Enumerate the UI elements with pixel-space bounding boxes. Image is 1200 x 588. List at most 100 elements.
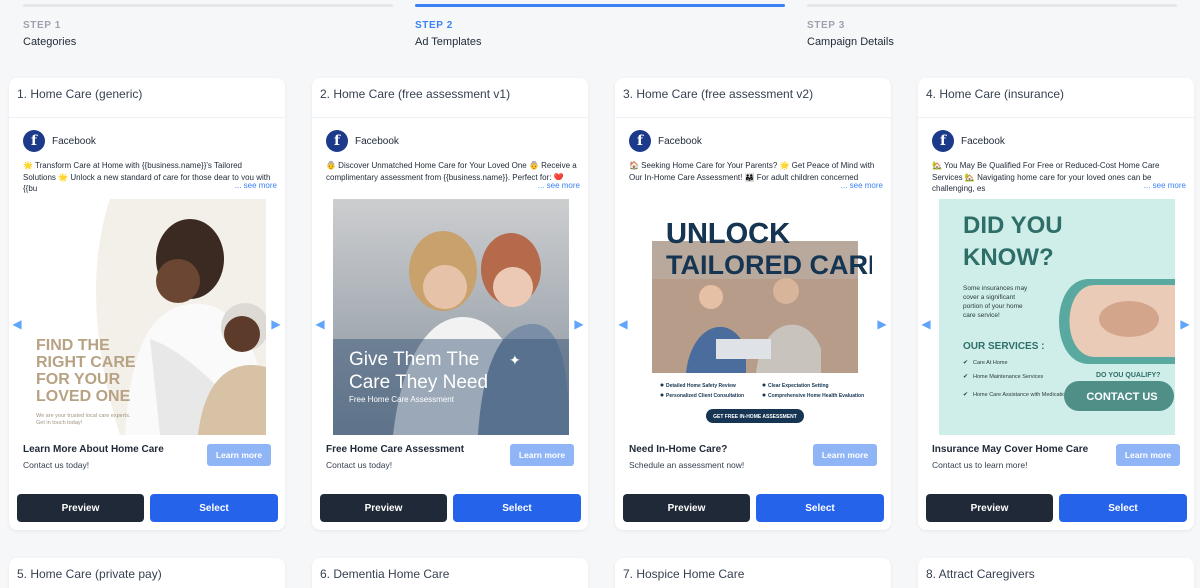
ad-copy-text: 🏡 You May Be Qualified For Free or Reduc…	[932, 161, 1160, 193]
template-card: 2. Home Care (free assessment v1) f Face…	[312, 78, 588, 530]
ad-footer: Learn More About Home Care Contact us to…	[23, 444, 277, 474]
ad-copy-text: 🏠 Seeking Home Care for Your Parents? 🌟 …	[629, 161, 875, 182]
carousel-prev-icon[interactable]: ◀	[921, 317, 931, 331]
carousel-next-icon[interactable]: ▶	[877, 317, 887, 331]
select-button[interactable]: Select	[1059, 494, 1187, 522]
ad-bullet: Comprehensive Home Health Evaluation	[768, 393, 864, 399]
svg-text:✔: ✔	[963, 392, 968, 398]
learn-more-button[interactable]: Learn more	[813, 444, 877, 466]
ad-headline-line: Care They Need	[349, 372, 488, 393]
ad-copy: 🏡 You May Be Qualified For Free or Reduc…	[918, 154, 1194, 194]
facebook-icon: f	[932, 130, 954, 152]
step-label: Ad Templates	[415, 36, 482, 48]
step-label: Campaign Details	[807, 36, 894, 48]
carousel-next-icon[interactable]: ▶	[271, 317, 281, 331]
ad-footer: Insurance May Cover Home Care Contact us…	[932, 444, 1186, 474]
platform-name: Facebook	[52, 135, 96, 147]
template-card: 3. Home Care (free assessment v2) f Face…	[615, 78, 891, 530]
ad-cta: GET FREE IN-HOME ASSESSMENT	[713, 414, 797, 420]
ad-headline-line: TAILORED CARE	[666, 250, 872, 280]
ad-headline-line: Give Them The	[349, 349, 479, 370]
card-title: 8. Attract Caregivers	[926, 567, 1035, 581]
ad-cta: CONTACT US	[1086, 391, 1157, 403]
ad-subtext: We are your trusted local care experts.	[36, 413, 131, 419]
ad-service: Care At Home	[973, 360, 1008, 366]
ad-body: portion of your home	[963, 303, 1023, 310]
ad-services-title: OUR SERVICES :	[963, 341, 1045, 352]
ad-body: Some insurances may	[963, 285, 1028, 292]
ad-platform-header: f Facebook	[9, 118, 285, 154]
ad-copy-text: 👵 Discover Unmatched Home Care for Your …	[326, 161, 577, 182]
template-card: 4. Home Care (insurance) f Facebook 🏡 Yo…	[918, 78, 1194, 530]
ad-image: UNLOCK TAILORED CARE TAILORED CARE UNLOC…	[636, 199, 872, 435]
template-card: 8. Attract Caregivers	[918, 558, 1194, 588]
card-title: 5. Home Care (private pay)	[17, 567, 162, 581]
ad-footer: Need In-Home Care? Schedule an assessmen…	[629, 444, 883, 474]
platform-name: Facebook	[961, 135, 1005, 147]
step-categories[interactable]: STEP 1 Categories	[23, 0, 393, 48]
preview-button[interactable]: Preview	[623, 494, 750, 522]
step-campaign-details[interactable]: STEP 3 Campaign Details	[807, 0, 1177, 48]
step-ad-templates[interactable]: STEP 2 Ad Templates	[415, 0, 785, 48]
ad-headline-line: FIND THE	[36, 337, 110, 354]
ad-service: Home Care Assistance with Medications	[973, 392, 1071, 398]
ad-body: cover a significant	[963, 294, 1015, 301]
card-title: 1. Home Care (generic)	[9, 78, 285, 118]
ad-question: DO YOU QUALIFY?	[1096, 372, 1160, 379]
card-title: 6. Dementia Home Care	[320, 567, 450, 581]
ad-body: care service!	[963, 312, 1000, 319]
card-title: 4. Home Care (insurance)	[918, 78, 1194, 118]
carousel-prev-icon[interactable]: ◀	[618, 317, 628, 331]
ad-image: FIND THE RIGHT CARE FOR YOUR LOVED ONE W…	[30, 199, 266, 435]
carousel-prev-icon[interactable]: ◀	[12, 317, 22, 331]
learn-more-button[interactable]: Learn more	[207, 444, 271, 466]
ad-copy: 👵 Discover Unmatched Home Care for Your …	[312, 154, 588, 194]
ad-headline-line: LOVED ONE	[36, 388, 131, 405]
step-label: Categories	[23, 36, 77, 48]
ad-headline-line: UNLOCK	[666, 218, 790, 250]
platform-name: Facebook	[658, 135, 702, 147]
ad-platform-header: f Facebook	[615, 118, 891, 154]
ad-subtext: Free Home Care Assessment	[349, 395, 455, 404]
template-card: 1. Home Care (generic) f Facebook 🌟 Tran…	[9, 78, 285, 530]
ad-subtext: Get in touch today!	[36, 420, 83, 426]
facebook-icon: f	[23, 130, 45, 152]
learn-more-button[interactable]: Learn more	[1116, 444, 1180, 466]
see-more-link[interactable]: ... see more	[838, 179, 883, 191]
select-button[interactable]: Select	[453, 494, 581, 522]
ad-image: DID YOU KNOW? Some insurances may cover …	[939, 199, 1175, 435]
select-button[interactable]: Select	[150, 494, 278, 522]
facebook-icon: f	[629, 130, 651, 152]
svg-text:✔: ✔	[963, 360, 968, 366]
card-title: 3. Home Care (free assessment v2)	[615, 78, 891, 118]
card-title: 7. Hospice Home Care	[623, 567, 745, 581]
ad-bullet: Detailed Home Safety Review	[666, 383, 736, 389]
ad-image: Give Them The Care They Need Free Home C…	[333, 199, 569, 435]
step-progress-bar	[415, 4, 785, 7]
preview-button[interactable]: Preview	[320, 494, 447, 522]
see-more-link[interactable]: ... see more	[232, 179, 277, 191]
ad-headline-line: KNOW?	[963, 244, 1054, 271]
card-title: 2. Home Care (free assessment v1)	[312, 78, 588, 118]
step-number: STEP 3	[807, 20, 845, 31]
carousel-next-icon[interactable]: ▶	[1180, 317, 1190, 331]
ad-headline-line: FOR YOUR	[36, 371, 121, 388]
svg-text:✔: ✔	[963, 374, 968, 380]
step-progress-bar	[23, 4, 393, 7]
carousel-prev-icon[interactable]: ◀	[315, 317, 325, 331]
ad-bullet: Personalized Client Consultation	[666, 393, 744, 399]
ad-headline-line: RIGHT CARE	[36, 354, 136, 371]
preview-button[interactable]: Preview	[926, 494, 1053, 522]
step-progress-bar	[807, 4, 1177, 7]
see-more-link[interactable]: ... see more	[535, 179, 580, 191]
carousel-next-icon[interactable]: ▶	[574, 317, 584, 331]
ad-bullet: Clear Expectation Setting	[768, 383, 829, 389]
template-card: 6. Dementia Home Care	[312, 558, 588, 588]
preview-button[interactable]: Preview	[17, 494, 144, 522]
step-number: STEP 1	[23, 20, 61, 31]
see-more-link[interactable]: ... see more	[1141, 179, 1186, 191]
sparkle-icon: ✦	[509, 352, 521, 368]
template-card: 7. Hospice Home Care	[615, 558, 891, 588]
select-button[interactable]: Select	[756, 494, 884, 522]
learn-more-button[interactable]: Learn more	[510, 444, 574, 466]
